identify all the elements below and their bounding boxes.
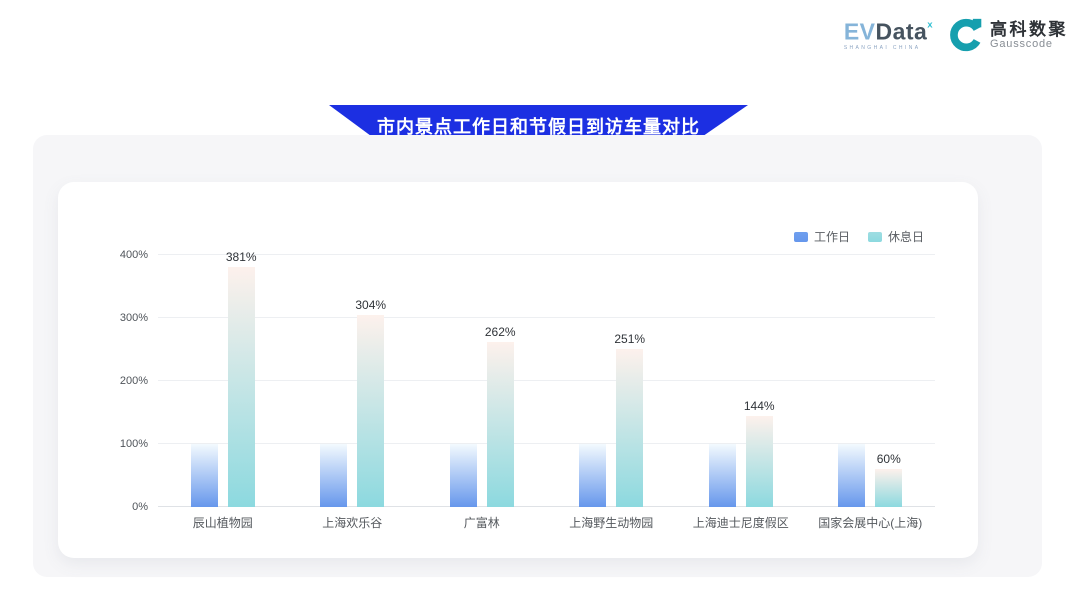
bar-group: 60%国家会展中心(上海) — [806, 255, 935, 507]
y-tick-label: 400% — [120, 249, 148, 261]
evdata-subtext: SHANGHAI CHINA — [844, 45, 933, 51]
legend-swatch — [794, 232, 808, 242]
workday-bar — [838, 444, 865, 507]
bar-value-label: 381% — [226, 250, 257, 264]
workday-bar — [191, 444, 218, 507]
restday-bar: 304% — [357, 315, 384, 507]
workday-bar — [579, 444, 606, 507]
y-tick-label: 100% — [120, 438, 148, 450]
bars-row: 60% — [806, 255, 935, 507]
legend-label: 休息日 — [888, 228, 924, 245]
workday-bar — [709, 444, 736, 507]
restday-bar: 262% — [487, 342, 514, 507]
y-tick-label: 200% — [120, 375, 148, 387]
workday-bar — [320, 444, 347, 507]
chart-legend: 工作日 休息日 — [794, 228, 924, 245]
x-category-label: 国家会展中心(上海) — [786, 514, 955, 531]
gausscode-cn-name: 高科数聚 — [990, 20, 1068, 40]
bar-group: 304%上海欢乐谷 — [287, 255, 416, 507]
legend-item-restday: 休息日 — [868, 228, 924, 245]
legend-swatch — [868, 232, 882, 242]
bar-group: 144%上海迪士尼度假区 — [676, 255, 805, 507]
bar-value-label: 262% — [485, 325, 516, 339]
workday-bar — [450, 444, 477, 507]
chart-card: 工作日 休息日 0% 100% 200% 300% 400% 381%辰山植物园304%上海… — [58, 182, 978, 558]
bar-value-label: 144% — [744, 399, 775, 413]
legend-item-workday: 工作日 — [794, 228, 850, 245]
bar-value-label: 251% — [614, 332, 645, 346]
brand-row: EVDataˣ SHANGHAI CHINA 高科数聚 Gausscode — [844, 18, 1068, 52]
restday-bar: 381% — [228, 267, 255, 507]
gausscode-en-name: Gausscode — [990, 39, 1068, 50]
bars-row: 304% — [287, 255, 416, 507]
evdata-ev-text: EV — [844, 18, 876, 44]
page: EVDataˣ SHANGHAI CHINA 高科数聚 Gausscode 市内… — [0, 0, 1080, 608]
gausscode-text: 高科数聚 Gausscode — [990, 20, 1068, 51]
evdata-logo: EVDataˣ SHANGHAI CHINA — [844, 19, 933, 52]
bar-group: 262%广富林 — [417, 255, 546, 507]
legend-label: 工作日 — [814, 228, 850, 245]
content-panel: 工作日 休息日 0% 100% 200% 300% 400% 381%辰山植物园304%上海… — [33, 135, 1042, 577]
y-tick-label: 300% — [120, 312, 148, 324]
bar-value-label: 60% — [877, 452, 901, 466]
bars-row: 144% — [676, 255, 805, 507]
bar-value-label: 304% — [355, 298, 386, 312]
bar-group: 381%辰山植物园 — [158, 255, 287, 507]
restday-bar: 144% — [746, 416, 773, 507]
bars-row: 262% — [417, 255, 546, 507]
gausscode-logo: 高科数聚 Gausscode — [949, 18, 1068, 52]
gausscode-g-icon — [949, 18, 983, 52]
evdata-wordmark: EVDataˣ — [844, 19, 933, 44]
bars-row: 251% — [547, 255, 676, 507]
evdata-x-icon: ˣ — [927, 18, 933, 34]
plot-area: 0%100%200%300%400%381%辰山植物园304%上海欢乐谷262%… — [158, 255, 935, 507]
evdata-data-text: Data — [876, 18, 928, 44]
bars-row: 381% — [158, 255, 287, 507]
restday-bar: 60% — [875, 469, 902, 507]
y-tick-label: 0% — [132, 501, 148, 513]
bar-group: 251%上海野生动物园 — [547, 255, 676, 507]
restday-bar: 251% — [616, 349, 643, 507]
